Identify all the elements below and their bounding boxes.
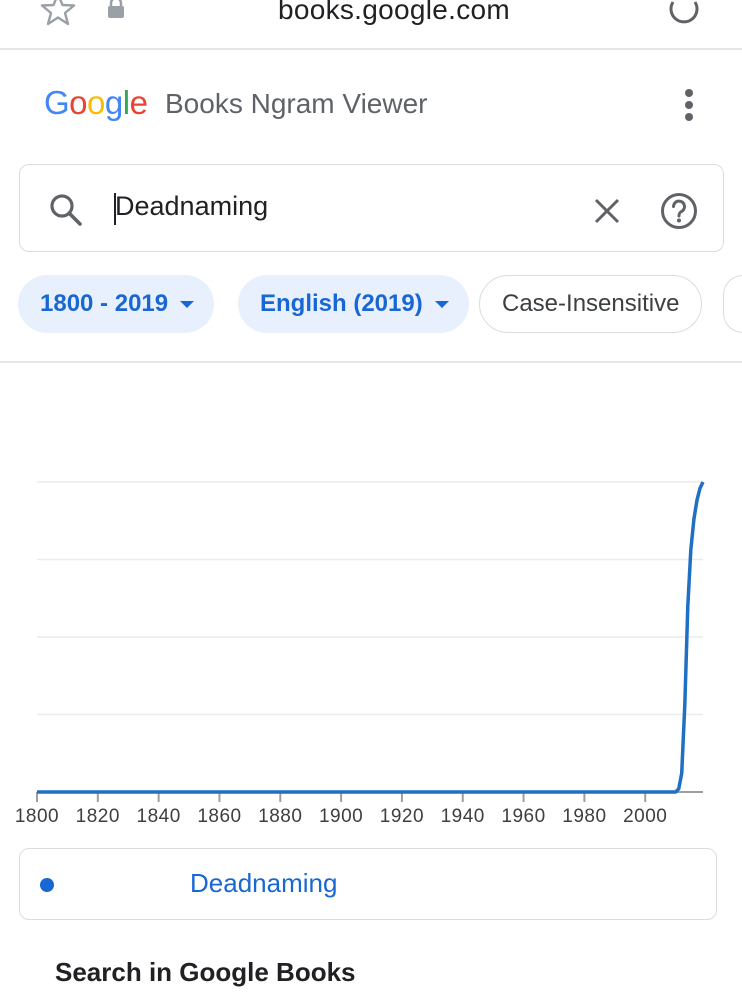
x-tick-label-1960: 1960 — [501, 806, 545, 827]
year-range-chip[interactable]: 1800 - 2019 — [18, 275, 215, 333]
legend-card[interactable]: Deadnaming — [19, 848, 717, 920]
ngram-chart: 1800 1820 1840 1860 1880 1900 1920 1940 1960 1980… — [15, 481, 705, 827]
x-tick-label-1800: 1800 — [15, 806, 59, 827]
google-logo[interactable]: Google — [44, 84, 148, 122]
clear-icon[interactable] — [593, 197, 621, 230]
chevron-down-icon — [434, 300, 449, 308]
search-books-heading: Search in Google Books — [55, 957, 356, 987]
reload-icon[interactable] — [666, 0, 702, 33]
case-insensitive-chip[interactable]: Case-Insensitive — [479, 275, 703, 333]
search-box[interactable]: Deadnaming — [19, 164, 724, 252]
x-tick-label-1840: 1840 — [137, 806, 181, 827]
chevron-down-icon — [180, 300, 195, 308]
x-tick-label-1920: 1920 — [380, 806, 424, 827]
x-tick-label-1820: 1820 — [76, 806, 120, 827]
more-vert-icon[interactable] — [678, 88, 700, 127]
corpus-label: English (2019) — [260, 290, 423, 317]
app-header: Google Books Ngram Viewer — [0, 78, 742, 134]
legend-series-marker — [40, 878, 54, 892]
browser-toolbar: books.google.com — [0, 0, 742, 50]
year-range-label: 1800 - 2019 — [40, 290, 169, 317]
search-input[interactable]: Deadnaming — [115, 191, 268, 222]
divider — [0, 361, 742, 363]
x-tick-label-1880: 1880 — [258, 806, 302, 827]
x-tick-label-1900: 1900 — [319, 806, 363, 827]
x-tick-label-1940: 1940 — [441, 806, 485, 827]
legend-series-label[interactable]: Deadnaming — [190, 868, 337, 899]
help-icon[interactable] — [660, 192, 698, 235]
more-filters-chip[interactable] — [723, 275, 742, 333]
x-tick-label-1860: 1860 — [197, 806, 241, 827]
search-icon[interactable] — [48, 192, 84, 233]
case-label: Case-Insensitive — [502, 290, 680, 317]
page-title: Books Ngram Viewer — [165, 88, 428, 119]
x-tick-label-2000: 2000 — [623, 806, 667, 827]
x-tick-label-1980: 1980 — [562, 806, 606, 827]
corpus-chip[interactable]: English (2019) — [238, 275, 469, 333]
url-bar[interactable]: books.google.com — [0, 0, 742, 26]
